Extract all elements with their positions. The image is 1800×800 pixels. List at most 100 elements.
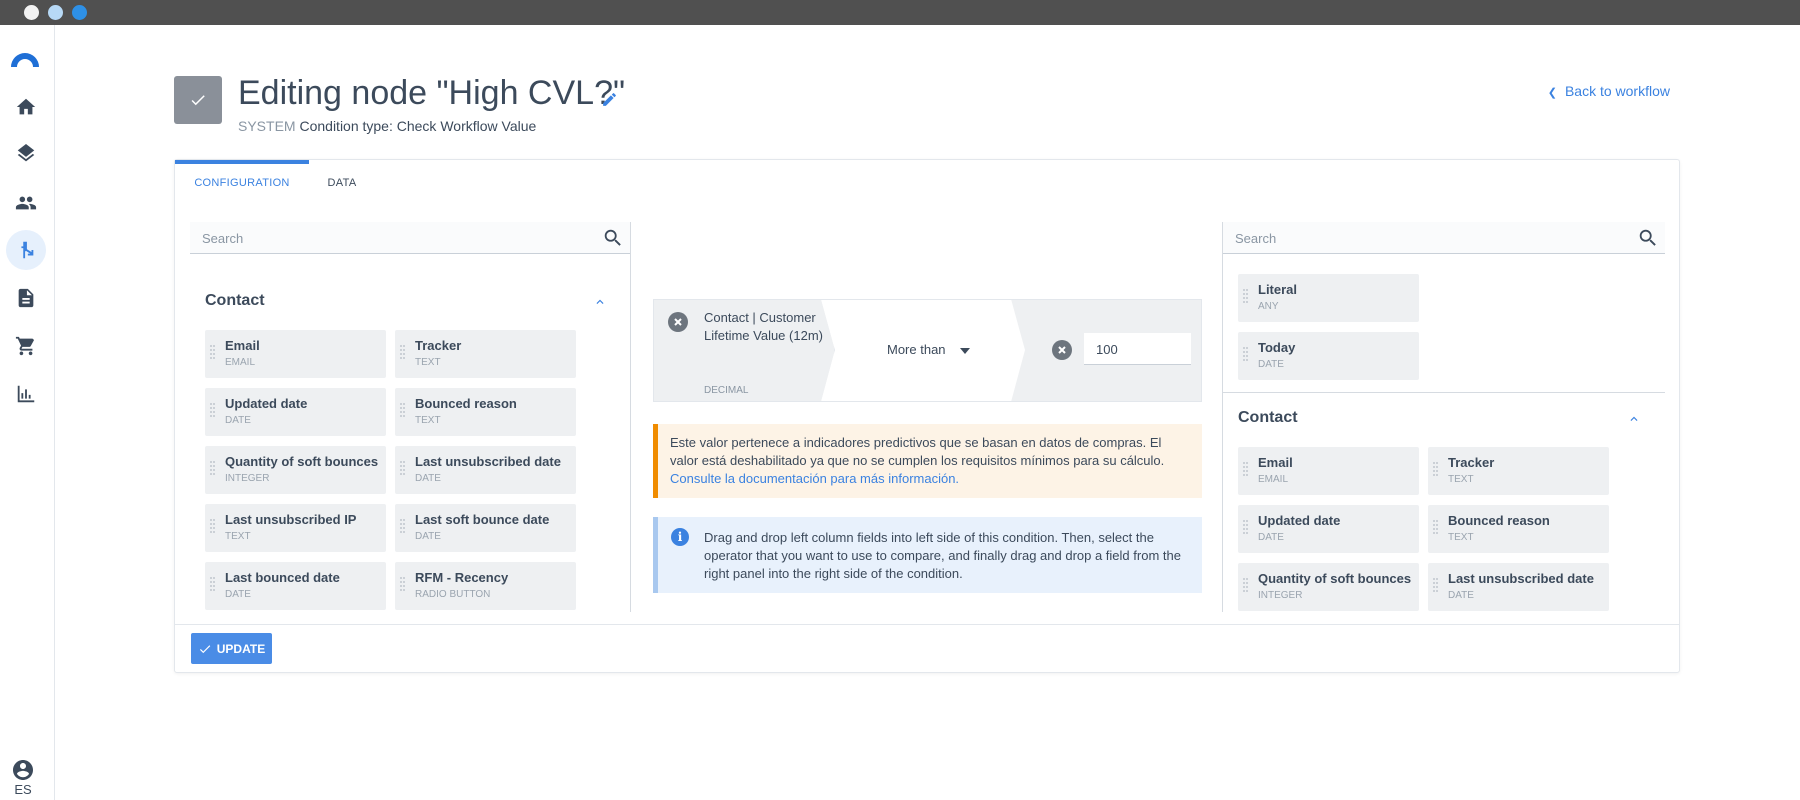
left-search [190,222,630,254]
drag-handle-icon[interactable] [1243,520,1249,538]
chevron-up-icon[interactable] [593,295,607,309]
card-footer: UPDATE [175,624,1679,673]
field-type: RADIO BUTTON [415,589,491,600]
field-card[interactable]: Tracker TEXT [395,330,576,378]
field-card[interactable]: Last bounced date DATE [205,562,386,610]
chevron-up-icon[interactable] [1627,412,1641,426]
drag-handle-icon[interactable] [210,519,216,537]
field-name: Last unsubscribed IP [225,512,357,527]
field-name: Email [225,338,260,353]
operator-value: More than [887,342,946,357]
field-card[interactable]: RFM - Recency RADIO BUTTON [395,562,576,610]
field-type: DATE [225,589,251,600]
drag-handle-icon[interactable] [1243,462,1249,480]
left-search-input[interactable] [190,222,630,254]
remove-right-value-icon[interactable] [1052,340,1072,360]
drag-handle-icon[interactable] [210,345,216,363]
field-name: Updated date [225,396,308,411]
drag-handle-icon[interactable] [1243,347,1249,365]
field-name: Last soft bounce date [415,512,550,527]
field-type: INTEGER [1258,590,1303,601]
brand-logo-icon[interactable] [9,45,41,77]
field-type: TEXT [415,357,441,368]
right-section-title: Contact [1238,409,1298,426]
field-card[interactable]: Last soft bounce date DATE [395,504,576,552]
field-name: Today [1258,340,1296,355]
update-button[interactable]: UPDATE [191,633,272,664]
field-name: Quantity of soft bounces [1258,571,1412,586]
window-minimize-dot[interactable] [48,5,63,20]
field-card[interactable]: Email EMAIL [205,330,386,378]
field-card[interactable]: Updated date DATE [1238,505,1419,553]
condition-value-input[interactable] [1084,333,1191,365]
field-card[interactable]: Last unsubscribed date DATE [1428,563,1609,611]
sidebar-item-home[interactable] [6,87,46,127]
tab-data[interactable]: DATA [309,160,375,204]
home-icon [16,98,36,115]
search-icon[interactable] [602,227,624,249]
documentation-link[interactable]: Consulte la documentación para más infor… [670,471,959,486]
sidebar-item-layers[interactable] [6,135,46,175]
drag-handle-icon[interactable] [400,519,406,537]
sidebar-item-reports[interactable] [6,374,46,414]
field-name: Updated date [1258,513,1341,528]
sidebar-item-ecommerce[interactable] [6,326,46,366]
field-card[interactable]: Last unsubscribed IP TEXT [205,504,386,552]
drag-handle-icon[interactable] [400,403,406,421]
search-icon[interactable] [1637,227,1659,249]
condition-field-label: Contact | Customer Lifetime Value (12m) [704,310,823,343]
drag-handle-icon[interactable] [1433,520,1439,538]
language-selector[interactable]: ES [0,782,46,797]
warning-text: Este valor pertenece a indicadores predi… [670,435,1165,468]
literal-card[interactable]: Literal ANY [1238,274,1419,322]
field-type: DATE [1258,532,1284,543]
window-titlebar [0,0,1800,25]
remove-left-field-icon[interactable] [668,312,688,332]
drag-handle-icon[interactable] [400,345,406,363]
field-name: Bounced reason [415,396,517,411]
drag-handle-icon[interactable] [400,461,406,479]
people-icon [15,196,37,210]
operator-select[interactable]: More than [887,342,970,357]
field-card[interactable]: Quantity of soft bounces INTEGER [1238,563,1419,611]
tab-configuration[interactable]: CONFIGURATION [175,160,309,204]
drag-handle-icon[interactable] [1243,578,1249,596]
right-fields-panel: Literal ANY Today DATE Contact Email EMA… [1222,222,1665,612]
sidebar-item-content[interactable] [6,278,46,318]
back-to-workflow-link[interactable]: ❮ Back to workflow [1548,83,1670,99]
field-card[interactable]: Bounced reason TEXT [1428,505,1609,553]
drag-handle-icon[interactable] [1433,578,1439,596]
field-card[interactable]: Tracker TEXT [1428,447,1609,495]
condition-value-field [1084,333,1191,365]
literal-card[interactable]: Today DATE [1238,332,1419,380]
field-card[interactable]: Updated date DATE [205,388,386,436]
chart-icon [17,385,35,403]
field-card[interactable]: Last unsubscribed date DATE [395,446,576,494]
window-close-dot[interactable] [24,5,39,20]
update-button-label: UPDATE [216,641,266,656]
field-type: TEXT [415,415,441,426]
field-name: RFM - Recency [415,570,509,585]
back-link-label: Back to workflow [1564,83,1670,99]
window-maximize-dot[interactable] [72,5,87,20]
field-card[interactable]: Quantity of soft bounces INTEGER [205,446,386,494]
section-divider [1223,392,1665,393]
drag-handle-icon[interactable] [210,403,216,421]
sidebar-item-workflows[interactable] [6,230,46,270]
tabs: CONFIGURATION DATA [175,160,1679,204]
right-search-input[interactable] [1223,222,1665,254]
drag-handle-icon[interactable] [210,461,216,479]
field-card[interactable]: Email EMAIL [1238,447,1419,495]
field-card[interactable]: Bounced reason TEXT [395,388,576,436]
left-section-title: Contact [205,292,265,309]
drag-handle-icon[interactable] [210,577,216,595]
drag-handle-icon[interactable] [1433,462,1439,480]
field-type: DATE [225,415,251,426]
edit-title-pencil-icon[interactable] [601,91,618,108]
user-avatar-icon[interactable] [11,758,35,782]
sidebar-item-contacts[interactable] [6,183,46,223]
drag-handle-icon[interactable] [400,577,406,595]
drag-handle-icon[interactable] [1243,289,1249,307]
field-name: Last bounced date [225,570,340,585]
node-type-badge [174,76,222,124]
